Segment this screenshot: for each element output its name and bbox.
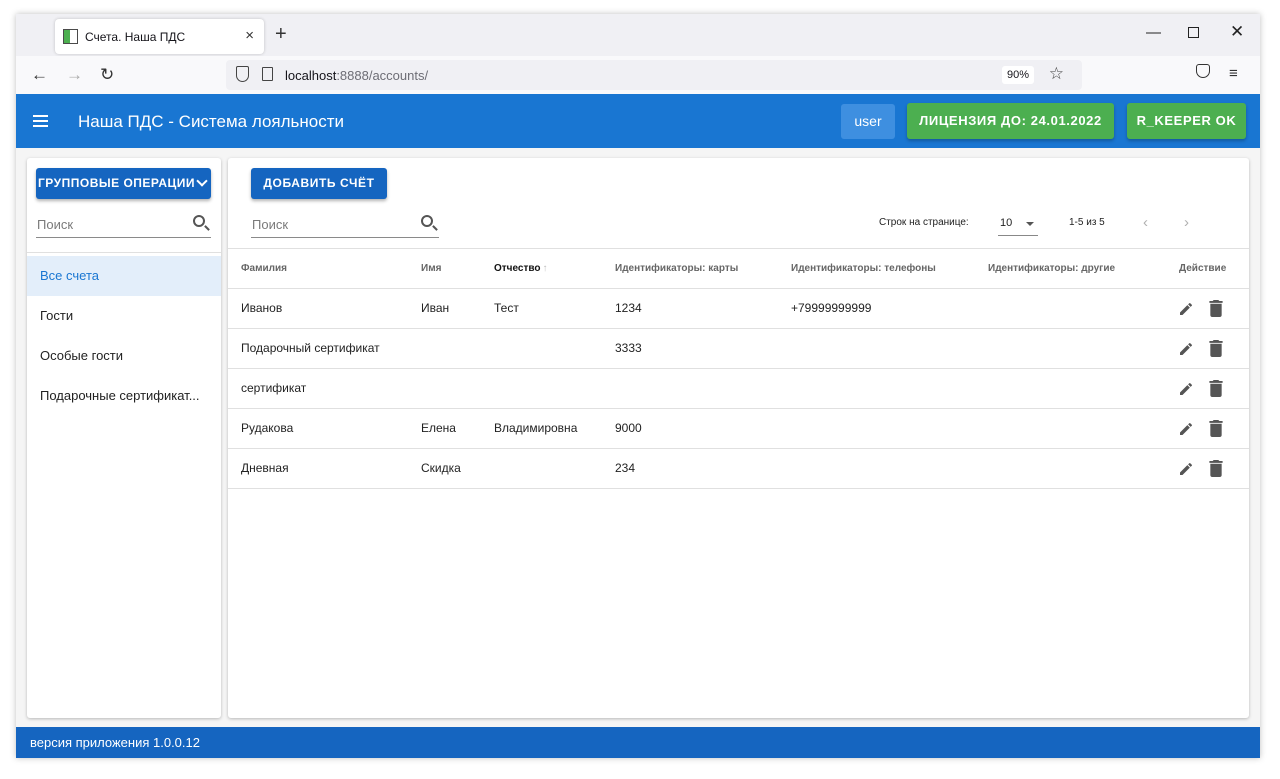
accounts-search-input[interactable]: Поиск bbox=[251, 212, 439, 238]
cell-first-name: Елена bbox=[421, 421, 456, 435]
rows-per-page-label: Строк на странице: bbox=[879, 217, 969, 228]
edit-icon[interactable] bbox=[1178, 421, 1194, 437]
cell-last-name: Рудакова bbox=[241, 421, 294, 435]
edit-icon[interactable] bbox=[1178, 341, 1194, 357]
cell-middle-name: Владимировна bbox=[494, 421, 578, 435]
sidebar-item-special-guests[interactable]: Особые гости bbox=[27, 336, 221, 376]
content-area: ГРУППОВЫЕ ОПЕРАЦИИ Поиск Все счета Гости… bbox=[16, 148, 1260, 727]
user-button[interactable]: user bbox=[841, 104, 895, 139]
group-operations-label: ГРУППОВЫЕ ОПЕРАЦИИ bbox=[38, 176, 196, 190]
maximize-icon[interactable] bbox=[1188, 27, 1199, 38]
zoom-level[interactable]: 90% bbox=[1002, 66, 1034, 84]
navigation-bar: ← → ↻ localhost:8888/accounts/ 90% ☆ ≡ bbox=[16, 56, 1260, 94]
url-host: localhost bbox=[285, 68, 337, 83]
browser-window: Счета. Наша ПДС × + — ✕ ← → ↻ localhost:… bbox=[16, 14, 1260, 758]
favicon-icon bbox=[63, 29, 78, 44]
add-account-button[interactable]: ДОБАВИТЬ СЧЁТ bbox=[251, 168, 387, 199]
table-header: Фамилия Имя Отчество ↑ Идентификаторы: ка… bbox=[228, 248, 1249, 289]
forward-icon[interactable]: → bbox=[66, 65, 83, 85]
prev-page-icon[interactable]: ‹ bbox=[1143, 214, 1148, 231]
accounts-panel: ДОБАВИТЬ СЧЁТ Поиск Строк на странице: 1… bbox=[228, 158, 1249, 718]
cell-first-name: Скидка bbox=[421, 461, 461, 475]
rows-per-page-value: 10 bbox=[1000, 217, 1013, 229]
table-row[interactable]: Рудакова Елена Владимировна 9000 bbox=[228, 409, 1249, 449]
cell-last-name: Подарочный сертификат bbox=[241, 341, 380, 355]
shield-icon[interactable] bbox=[236, 66, 249, 82]
tab-bar: Счета. Наша ПДС × + — ✕ bbox=[16, 14, 1260, 56]
middle-name-header-label: Отчество bbox=[494, 263, 541, 274]
sidebar-search-placeholder: Поиск bbox=[37, 217, 74, 232]
bookmark-star-icon[interactable]: ☆ bbox=[1049, 64, 1064, 84]
url-bar[interactable]: localhost:8888/accounts/ 90% ☆ bbox=[226, 60, 1082, 90]
column-header-last-name[interactable]: Фамилия bbox=[241, 263, 287, 274]
edit-icon[interactable] bbox=[1178, 301, 1194, 317]
app-title: Наша ПДС - Система лояльности bbox=[78, 112, 345, 131]
tab-close-icon[interactable]: × bbox=[245, 27, 254, 44]
column-header-middle-name[interactable]: Отчество ↑ bbox=[494, 263, 548, 274]
chevron-down-icon bbox=[196, 175, 208, 187]
divider bbox=[27, 252, 221, 253]
delete-icon[interactable] bbox=[1209, 420, 1223, 437]
dropdown-arrow-icon bbox=[1026, 222, 1034, 226]
app-version: версия приложения 1.0.0.12 bbox=[30, 735, 200, 750]
cell-card-ids: 234 bbox=[615, 461, 636, 475]
cell-middle-name: Тест bbox=[494, 301, 519, 315]
sidebar-item-gift-certificates[interactable]: Подарочные сертификат... bbox=[27, 376, 221, 416]
window-close-icon[interactable]: ✕ bbox=[1230, 22, 1244, 42]
tab-title: Счета. Наша ПДС bbox=[85, 30, 186, 44]
cell-last-name: сертификат bbox=[241, 381, 307, 395]
url-path: :8888/accounts/ bbox=[336, 68, 429, 83]
page-icon[interactable] bbox=[262, 67, 273, 81]
delete-icon[interactable] bbox=[1209, 380, 1223, 397]
sidebar: ГРУППОВЫЕ ОПЕРАЦИИ Поиск Все счета Гости… bbox=[27, 158, 221, 718]
rows-per-page-select[interactable]: 10 bbox=[998, 212, 1038, 236]
footer: версия приложения 1.0.0.12 bbox=[16, 727, 1260, 758]
url-text[interactable]: localhost:8888/accounts/ bbox=[285, 68, 428, 83]
cell-card-ids: 9000 bbox=[615, 421, 642, 435]
column-header-other-ids[interactable]: Идентификаторы: другие bbox=[988, 263, 1115, 274]
column-header-actions: Действие bbox=[1179, 263, 1227, 274]
table-row[interactable]: Дневная Скидка 234 bbox=[228, 449, 1249, 489]
cell-card-ids: 1234 bbox=[615, 301, 642, 315]
table-row[interactable]: сертификат bbox=[228, 369, 1249, 409]
license-button[interactable]: ЛИЦЕНЗИЯ ДО: 24.01.2022 bbox=[907, 103, 1114, 139]
delete-icon[interactable] bbox=[1209, 300, 1223, 317]
accounts-search-placeholder: Поиск bbox=[252, 217, 289, 232]
edit-icon[interactable] bbox=[1178, 461, 1194, 477]
app-bar: Наша ПДС - Система лояльности user ЛИЦЕН… bbox=[16, 94, 1260, 148]
next-page-icon[interactable]: › bbox=[1184, 214, 1189, 231]
search-icon[interactable] bbox=[193, 215, 205, 227]
cell-first-name: Иван bbox=[421, 301, 450, 315]
delete-icon[interactable] bbox=[1209, 340, 1223, 357]
cell-phone-ids: +79999999999 bbox=[791, 301, 872, 315]
cell-last-name: Иванов bbox=[241, 301, 283, 315]
new-tab-icon[interactable]: + bbox=[275, 23, 287, 46]
pagination-range: 1-5 из 5 bbox=[1069, 217, 1105, 228]
menu-icon[interactable]: ≡ bbox=[1229, 65, 1238, 82]
reload-icon[interactable]: ↻ bbox=[100, 65, 114, 85]
search-icon[interactable] bbox=[421, 215, 433, 227]
edit-icon[interactable] bbox=[1178, 381, 1194, 397]
minimize-icon[interactable]: — bbox=[1146, 24, 1161, 41]
browser-tab[interactable]: Счета. Наша ПДС × bbox=[55, 19, 264, 54]
column-header-card-ids[interactable]: Идентификаторы: карты bbox=[615, 263, 738, 274]
table-row[interactable]: Иванов Иван Тест 1234 +79999999999 bbox=[228, 289, 1249, 329]
rkeeper-status-button[interactable]: R_KEEPER OK bbox=[1127, 103, 1246, 139]
pocket-icon[interactable] bbox=[1196, 64, 1210, 78]
delete-icon[interactable] bbox=[1209, 460, 1223, 477]
sort-arrow-icon[interactable]: ↑ bbox=[543, 263, 548, 274]
column-header-first-name[interactable]: Имя bbox=[421, 263, 441, 274]
group-operations-button[interactable]: ГРУППОВЫЕ ОПЕРАЦИИ bbox=[36, 168, 211, 199]
sidebar-item-all-accounts[interactable]: Все счета bbox=[27, 256, 221, 296]
sidebar-search-input[interactable]: Поиск bbox=[36, 212, 211, 238]
hamburger-menu-icon[interactable] bbox=[33, 115, 48, 127]
cell-card-ids: 3333 bbox=[615, 341, 642, 355]
column-header-phone-ids[interactable]: Идентификаторы: телефоны bbox=[791, 263, 936, 274]
cell-last-name: Дневная bbox=[241, 461, 289, 475]
table-row[interactable]: Подарочный сертификат 3333 bbox=[228, 329, 1249, 369]
sidebar-item-guests[interactable]: Гости bbox=[27, 296, 221, 336]
back-icon[interactable]: ← bbox=[31, 65, 48, 85]
